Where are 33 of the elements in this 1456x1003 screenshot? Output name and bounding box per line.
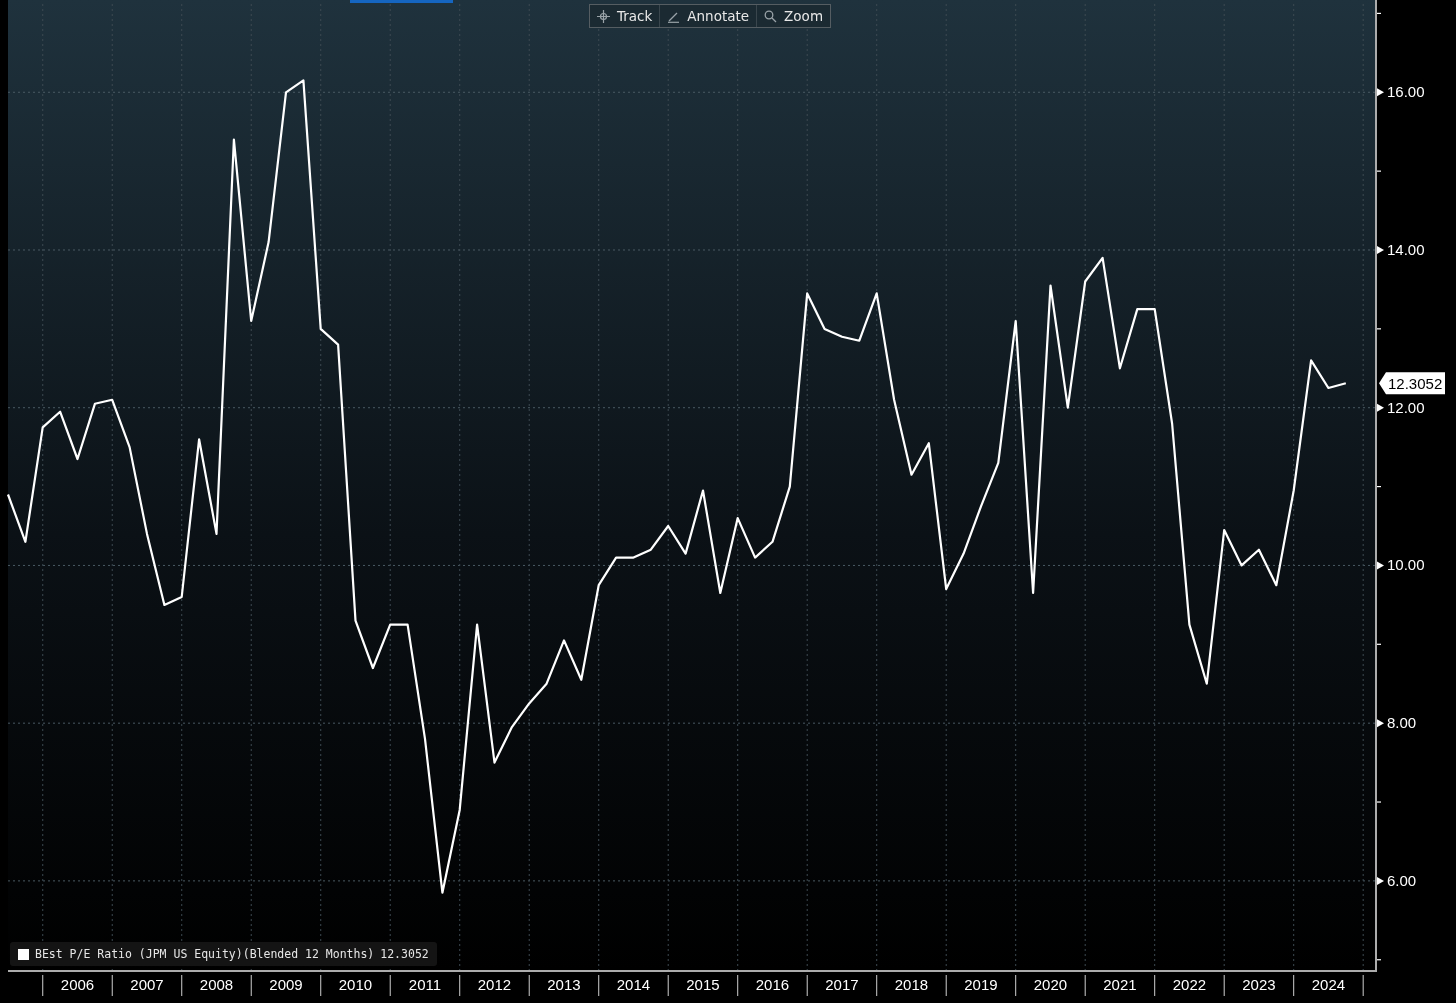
x-axis-label: 2022 <box>1172 976 1207 993</box>
y-axis-label: 6.00 <box>1387 871 1417 889</box>
x-axis-label: 2020 <box>1033 976 1068 993</box>
x-axis-label: 2019 <box>964 976 998 993</box>
x-axis-label: 2015 <box>686 976 720 993</box>
x-axis-label: 2011 <box>408 976 442 993</box>
y-axis-label: 14.00 <box>1387 241 1425 258</box>
zoom-button[interactable]: Zoom <box>757 5 831 27</box>
x-axis-label: 2016 <box>755 976 790 993</box>
x-axis-label: 2007 <box>130 976 164 993</box>
x-axis-label: 2009 <box>269 976 303 993</box>
x-axis-label: 2023 <box>1242 976 1276 993</box>
y-axis-label: 12.00 <box>1387 398 1425 416</box>
x-axis-label: 2006 <box>60 976 95 993</box>
y-axis-label: 8.00 <box>1387 714 1417 732</box>
legend-label: BEst P/E Ratio (JPM US Equity)(Blended 12 Months) <box>35 947 375 961</box>
x-axis-label: 2017 <box>825 976 859 993</box>
x-axis-label: 2010 <box>338 976 373 993</box>
crosshair-icon <box>597 9 610 23</box>
x-axis-label: 2024 <box>1311 976 1346 993</box>
y-axis-label: 10.00 <box>1387 556 1425 574</box>
x-axis-label: 2008 <box>199 976 234 993</box>
track-button[interactable]: Track <box>590 5 661 27</box>
x-axis-label: 2013 <box>547 976 581 993</box>
x-axis-label: 2014 <box>616 976 651 993</box>
x-axis-label: 2012 <box>477 976 512 993</box>
search-icon <box>764 9 778 23</box>
y-axis-label: 16.00 <box>1387 83 1425 101</box>
x-axis-label: 2018 <box>894 976 929 993</box>
last-value-tag: 12.3052 <box>1379 372 1445 395</box>
annotate-button[interactable]: Annotate <box>660 5 758 27</box>
legend-value: 12.3052 <box>380 947 429 961</box>
x-axis-label: 2021 <box>1103 976 1137 993</box>
